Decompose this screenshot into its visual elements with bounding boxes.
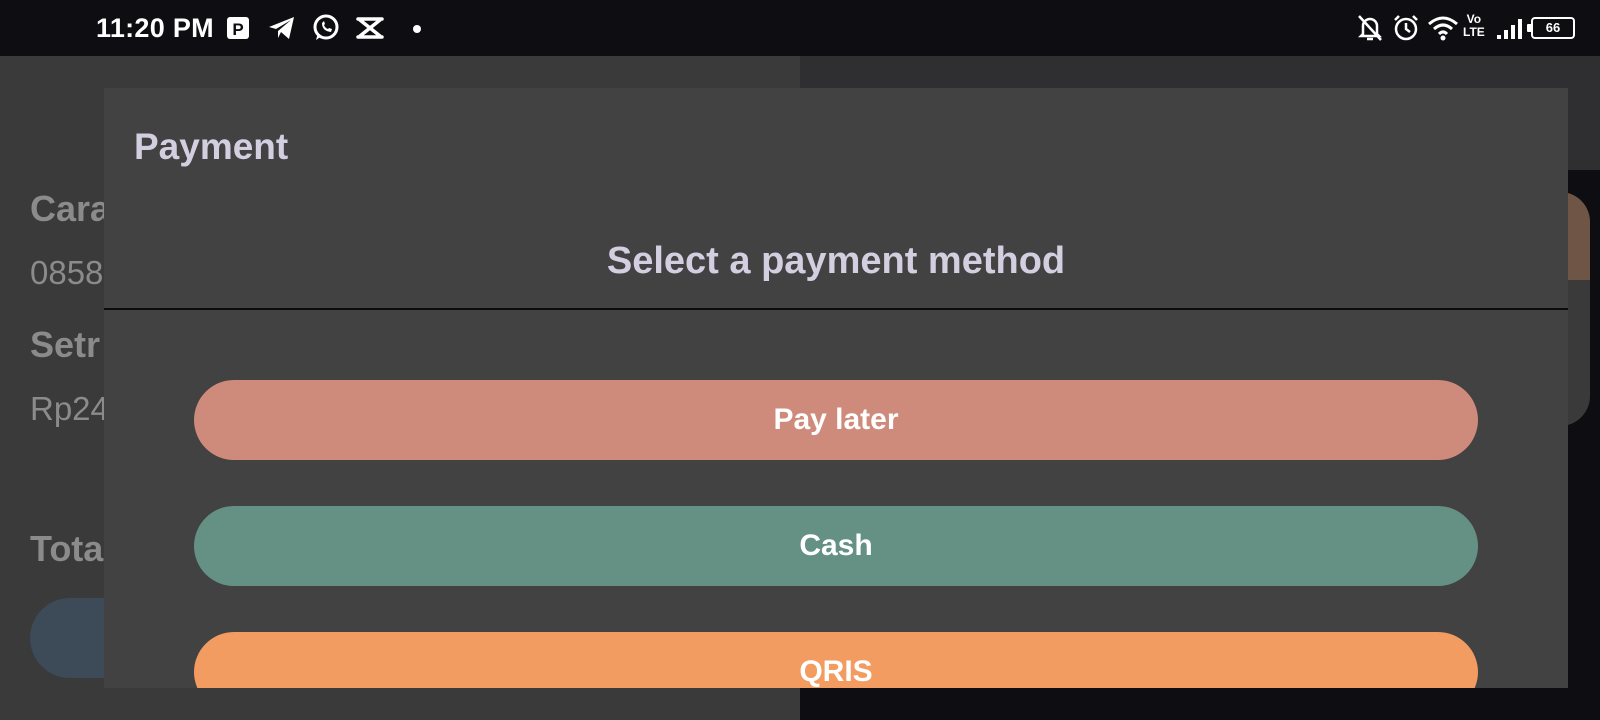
parking-app-icon: P: [222, 12, 254, 44]
battery-icon: 66: [1527, 17, 1575, 39]
background-value-amount: Rp24: [30, 390, 109, 427]
background-label-method: Cara: [30, 188, 111, 229]
alarm-icon: [1390, 12, 1422, 44]
cash-button[interactable]: Cash: [194, 506, 1478, 586]
volte-bottom: LTE: [1463, 25, 1485, 39]
signal-icon: [1494, 12, 1526, 44]
svg-text:P: P: [232, 20, 243, 39]
telegram-icon: [266, 12, 298, 44]
screen: 11:20 PM P Vo LTE 66 Cara 0858 Setr Rp24…: [0, 0, 1600, 720]
pay-later-button[interactable]: Pay later: [194, 380, 1478, 460]
dialog-subtitle: Select a payment method: [606, 240, 1066, 282]
background-value-phone: 0858: [30, 254, 104, 291]
whatsapp-icon: [310, 12, 342, 44]
notification-dot: [413, 25, 421, 33]
wifi-icon: [1426, 12, 1460, 44]
dialog-title: Payment: [134, 126, 289, 167]
payment-dialog: Payment Select a payment method Pay late…: [104, 88, 1568, 688]
background-label-total: Tota: [30, 528, 104, 569]
qris-button[interactable]: QRIS: [194, 632, 1478, 688]
capcut-icon: [354, 12, 386, 44]
status-time: 11:20 PM: [96, 13, 214, 43]
dialog-divider: [104, 308, 1568, 310]
bell-off-icon: [1354, 12, 1386, 44]
background-label-deposit: Setr: [30, 324, 101, 365]
status-bar: 11:20 PM P Vo LTE 66: [0, 0, 1600, 56]
volte-icon: Vo LTE: [1463, 13, 1485, 39]
